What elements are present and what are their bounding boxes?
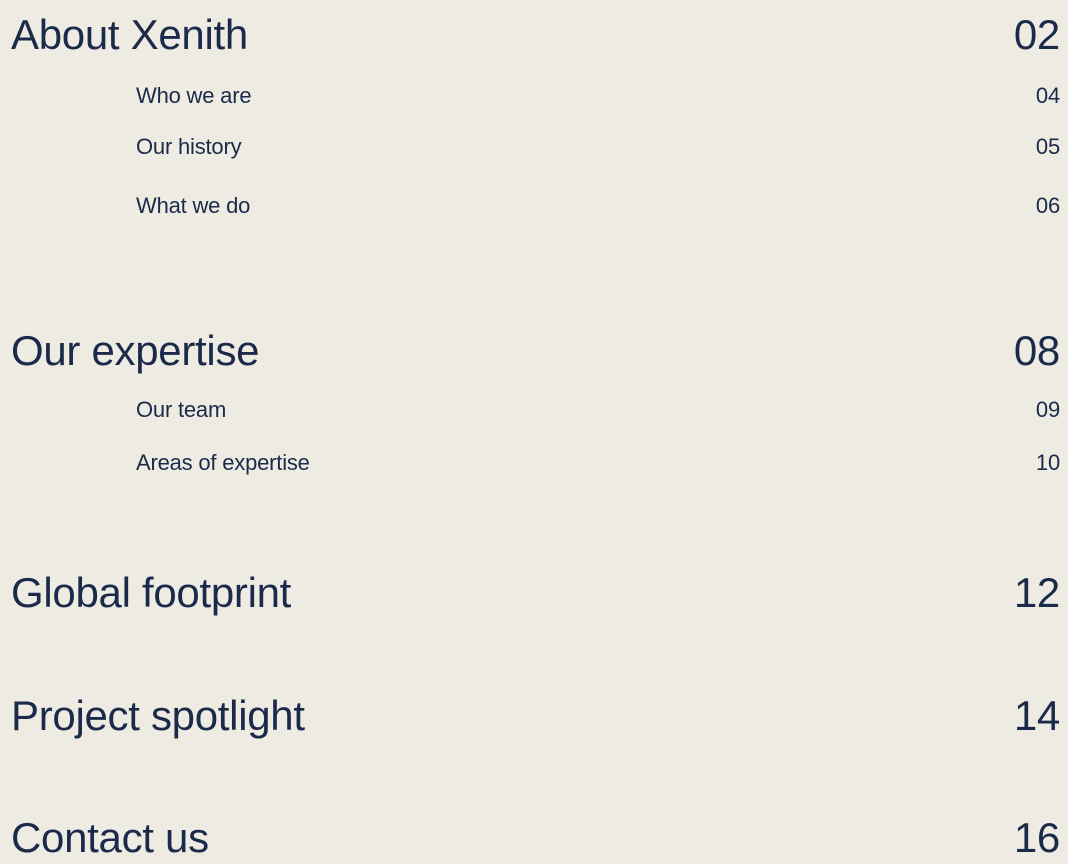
toc-section-title: Global footprint <box>11 569 292 616</box>
toc-section-page-number: 16 <box>1013 814 1060 861</box>
toc-section-page-number: 12 <box>1013 569 1060 616</box>
toc-subsection-title: Our history <box>136 134 242 159</box>
toc-subsection-page-number: 09 <box>1035 397 1060 422</box>
toc-subsection-our-history[interactable]: Our history 05 <box>0 132 1068 162</box>
toc-subsection-title: Who we are <box>136 83 252 108</box>
toc-subsection-title: Areas of expertise <box>136 450 310 475</box>
toc-section-title: About Xenith <box>11 11 248 58</box>
toc-section-contact-us[interactable]: Contact us 16 <box>0 812 1068 864</box>
toc-subsection-title: Our team <box>136 397 227 422</box>
toc-section-page-number: 14 <box>1013 692 1060 739</box>
toc-section-about-xenith[interactable]: About Xenith 02 <box>0 9 1068 61</box>
toc-subsection-title: What we do <box>136 193 251 218</box>
toc-section-page-number: 08 <box>1013 327 1060 374</box>
toc-section-page-number: 02 <box>1013 11 1060 58</box>
toc-subsection-our-team[interactable]: Our team 09 <box>0 395 1068 425</box>
toc-section-title: Our expertise <box>11 327 260 374</box>
toc-section-title: Contact us <box>11 814 209 861</box>
toc-subsection-page-number: 06 <box>1035 193 1060 218</box>
toc-section-title: Project spotlight <box>11 692 305 739</box>
toc-subsection-page-number: 04 <box>1035 83 1060 108</box>
toc-subsection-page-number: 05 <box>1035 134 1060 159</box>
toc-section-our-expertise[interactable]: Our expertise 08 <box>0 325 1068 377</box>
toc-subsection-areas-of-expertise[interactable]: Areas of expertise 10 <box>0 448 1068 478</box>
toc-section-project-spotlight[interactable]: Project spotlight 14 <box>0 690 1068 742</box>
toc-subsection-what-we-do[interactable]: What we do 06 <box>0 191 1068 221</box>
toc-subsection-page-number: 10 <box>1035 450 1060 475</box>
toc-subsection-who-we-are[interactable]: Who we are 04 <box>0 81 1068 111</box>
toc-section-global-footprint[interactable]: Global footprint 12 <box>0 567 1068 619</box>
